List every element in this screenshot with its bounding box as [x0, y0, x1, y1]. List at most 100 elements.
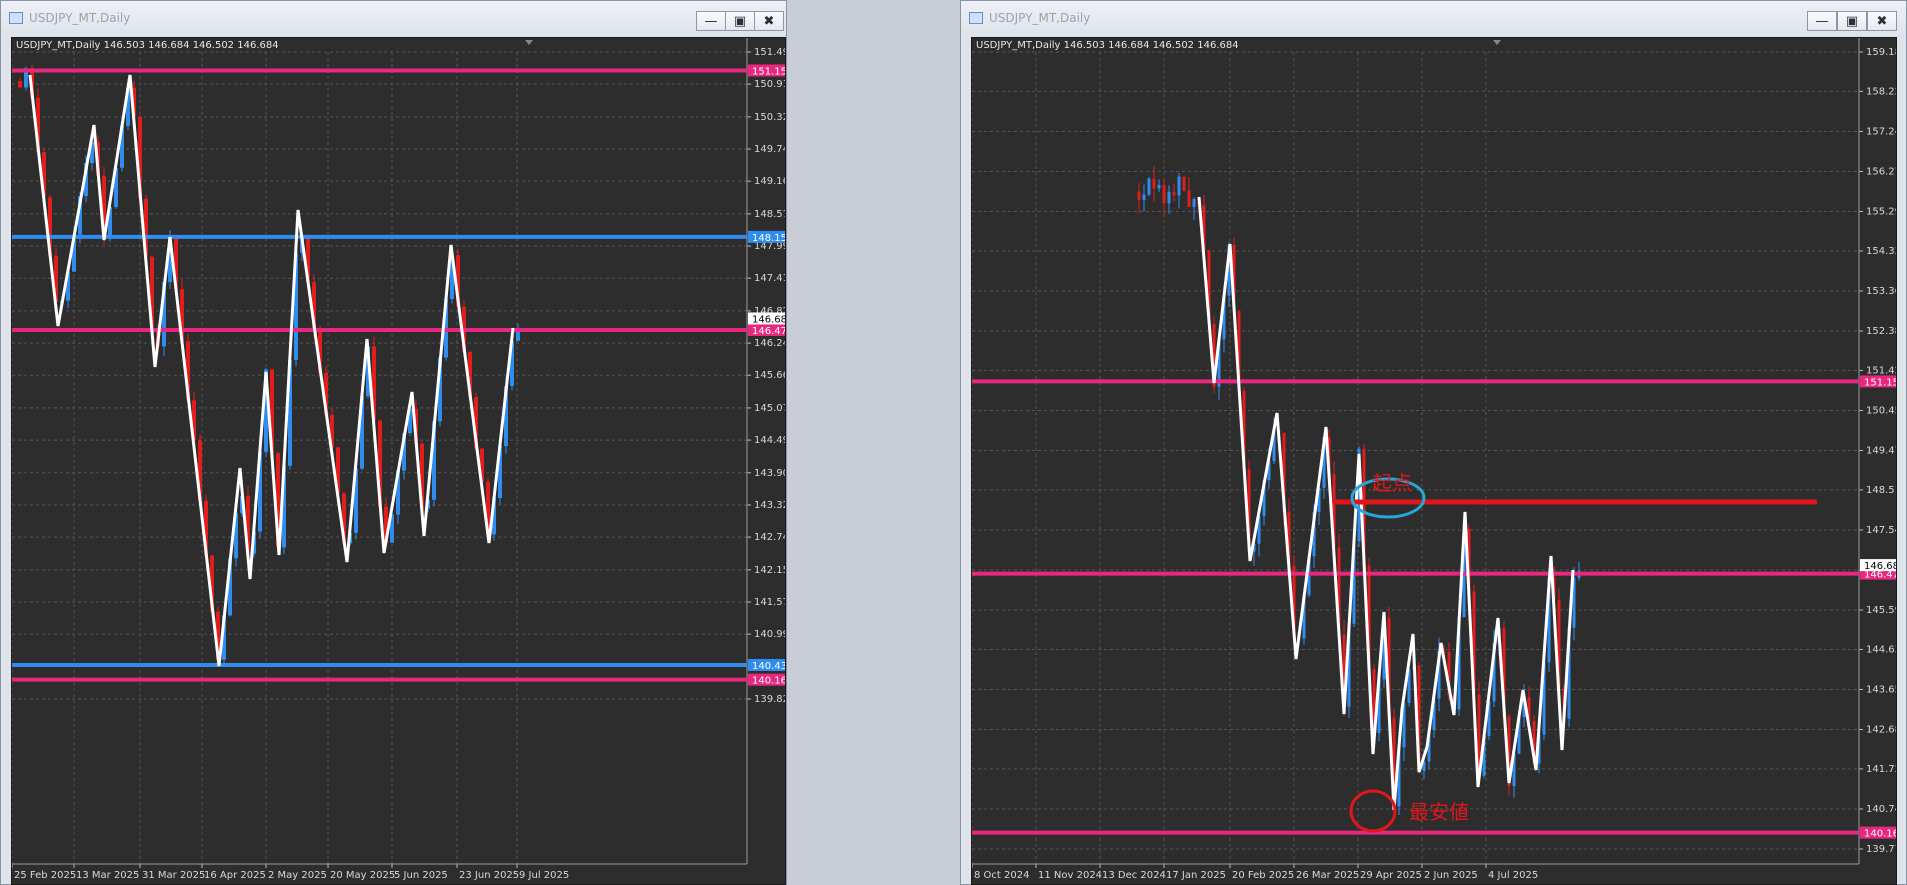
price-tick-label: 139.820: [754, 694, 786, 705]
lowest-price-label: 最安値: [1409, 800, 1469, 824]
price-tick-label: 148.515: [1866, 485, 1897, 496]
window-titlebar[interactable]: USDJPY_MT,Daily — ▣ ✖: [1, 1, 786, 37]
price-tick-label: 143.320: [754, 500, 786, 511]
chart-window-left[interactable]: USDJPY_MT,Daily — ▣ ✖ USDJPY_MT,Daily 14…: [0, 0, 787, 885]
date-tick-label: 17 Jan 2025: [1166, 870, 1226, 881]
date-tick-label: 11 Nov 2024: [1038, 870, 1102, 881]
price-level-tag-label: 146.476: [752, 326, 786, 337]
window-titlebar[interactable]: USDJPY_MT,Daily — ▣ ✖: [961, 1, 1906, 37]
price-level-tag-label: 148.156: [752, 233, 786, 244]
price-tick-label: 139.770: [1866, 844, 1897, 855]
window-title: USDJPY_MT,Daily: [989, 11, 1091, 25]
date-tick-label: 26 Mar 2025: [1296, 870, 1359, 881]
price-tick-label: 155.295: [1866, 207, 1897, 218]
price-tick-label: 146.240: [754, 338, 786, 349]
minimize-button[interactable]: —: [1807, 11, 1837, 31]
price-tick-label: 149.740: [754, 144, 786, 155]
price-tick-label: 145.070: [754, 403, 786, 414]
price-level-tag-label: 140.169: [752, 676, 786, 687]
candle-body: [1167, 191, 1171, 204]
price-tick-label: 147.540: [1866, 525, 1897, 536]
price-tick-label: 141.720: [1866, 764, 1897, 775]
candle-body: [1162, 184, 1166, 204]
price-tick-label: 152.385: [1866, 326, 1897, 337]
minimize-icon: —: [704, 13, 718, 29]
price-tick-label: 153.360: [1866, 286, 1897, 297]
maximize-icon: ▣: [733, 13, 747, 29]
price-chart[interactable]: USDJPY_MT,Daily 146.503 146.684 146.502 …: [11, 37, 786, 885]
price-tick-label: 149.475: [1866, 446, 1897, 457]
candle-body: [1142, 194, 1146, 200]
price-tick-label: 140.990: [754, 629, 786, 640]
candle-body: [1152, 178, 1156, 189]
price-tick-label: 148.570: [754, 209, 786, 220]
chart-shift-marker: [525, 40, 533, 45]
close-icon: ✖: [763, 13, 775, 29]
price-tick-label: 156.270: [1866, 166, 1897, 177]
price-tick-label: 150.450: [1866, 405, 1897, 416]
price-tick-label: 157.245: [1866, 126, 1897, 137]
date-tick-label: 13 Mar 2025: [76, 870, 139, 881]
candle-body: [18, 80, 22, 88]
date-tick-label: 20 May 2025: [330, 870, 395, 881]
date-tick-label: 31 Mar 2025: [142, 870, 205, 881]
date-tick-label: 4 Jul 2025: [1488, 870, 1538, 881]
chart-window-icon: [9, 12, 23, 24]
price-tick-label: 144.490: [754, 435, 786, 446]
candle-body: [1177, 176, 1181, 196]
current-price-tag-label: 146.684: [752, 314, 786, 325]
price-level-tag-label: 140.433: [752, 661, 786, 672]
candle-body: [1172, 191, 1176, 196]
price-tick-label: 140.745: [1866, 804, 1897, 815]
price-tick-label: 149.160: [754, 176, 786, 187]
price-chart[interactable]: USDJPY_MT,Daily 146.503 146.684 146.502 …: [971, 37, 1897, 885]
price-tick-label: 145.590: [1866, 605, 1897, 616]
minimize-icon: —: [1815, 13, 1829, 29]
date-tick-label: 8 Oct 2024: [974, 870, 1029, 881]
candle-body: [1147, 178, 1151, 195]
price-tick-label: 145.660: [754, 370, 786, 381]
price-level-tag-label: 140.169: [1864, 829, 1897, 840]
date-tick-label: 5 Jun 2025: [394, 870, 448, 881]
price-tick-label: 143.900: [754, 468, 786, 479]
close-icon: ✖: [1876, 13, 1888, 29]
date-tick-label: 20 Feb 2025: [1232, 870, 1294, 881]
minimize-button[interactable]: —: [696, 11, 726, 31]
chart-window-icon: [969, 12, 983, 24]
date-tick-label: 9 Jul 2025: [519, 870, 569, 881]
price-tick-label: 151.425: [1866, 365, 1897, 376]
current-price-tag-label: 146.684: [1864, 561, 1897, 572]
price-tick-label: 142.740: [754, 532, 786, 543]
maximize-button[interactable]: ▣: [1837, 11, 1867, 31]
price-level-tag-label: 151.157: [1864, 377, 1897, 388]
maximize-button[interactable]: ▣: [725, 11, 755, 31]
candle-body: [1137, 191, 1141, 200]
price-tick-label: 158.220: [1866, 86, 1897, 97]
price-tick-label: 151.490: [754, 47, 786, 58]
price-level-tag-label: 151.157: [752, 66, 786, 77]
date-tick-label: 25 Feb 2025: [14, 870, 76, 881]
price-tick-label: 142.680: [1866, 725, 1897, 736]
price-tick-label: 154.335: [1866, 246, 1897, 257]
date-tick-label: 16 Apr 2025: [204, 870, 266, 881]
chart-canvas[interactable]: 151.490 150.910 150.320 149.740 149.160 148.5…: [12, 38, 786, 885]
close-button[interactable]: ✖: [1867, 11, 1897, 31]
price-tick-label: 147.410: [754, 273, 786, 284]
price-tick-label: 143.655: [1866, 684, 1897, 695]
chart-shift-marker: [1493, 40, 1501, 45]
date-tick-label: 2 Jun 2025: [1424, 870, 1478, 881]
window-title: USDJPY_MT,Daily: [29, 11, 131, 25]
chart-window-right[interactable]: USDJPY_MT,Daily — ▣ ✖ USDJPY_MT,Daily 14…: [960, 0, 1907, 885]
candle-body: [1157, 184, 1161, 189]
date-tick-label: 23 Jun 2025: [459, 870, 519, 881]
start-point-label: 起点: [1372, 471, 1412, 495]
candle-body: [1182, 176, 1186, 191]
price-tick-label: 150.910: [754, 79, 786, 90]
price-tick-label: 150.320: [754, 112, 786, 123]
close-button[interactable]: ✖: [754, 11, 784, 31]
maximize-icon: ▣: [1845, 13, 1859, 29]
chart-canvas[interactable]: 159.180 158.220 157.245 156.270 155.295 154.3…: [972, 38, 1897, 885]
price-tick-label: 142.150: [754, 565, 786, 576]
date-tick-label: 29 Apr 2025: [1360, 870, 1422, 881]
price-tick-label: 144.630: [1866, 644, 1897, 655]
